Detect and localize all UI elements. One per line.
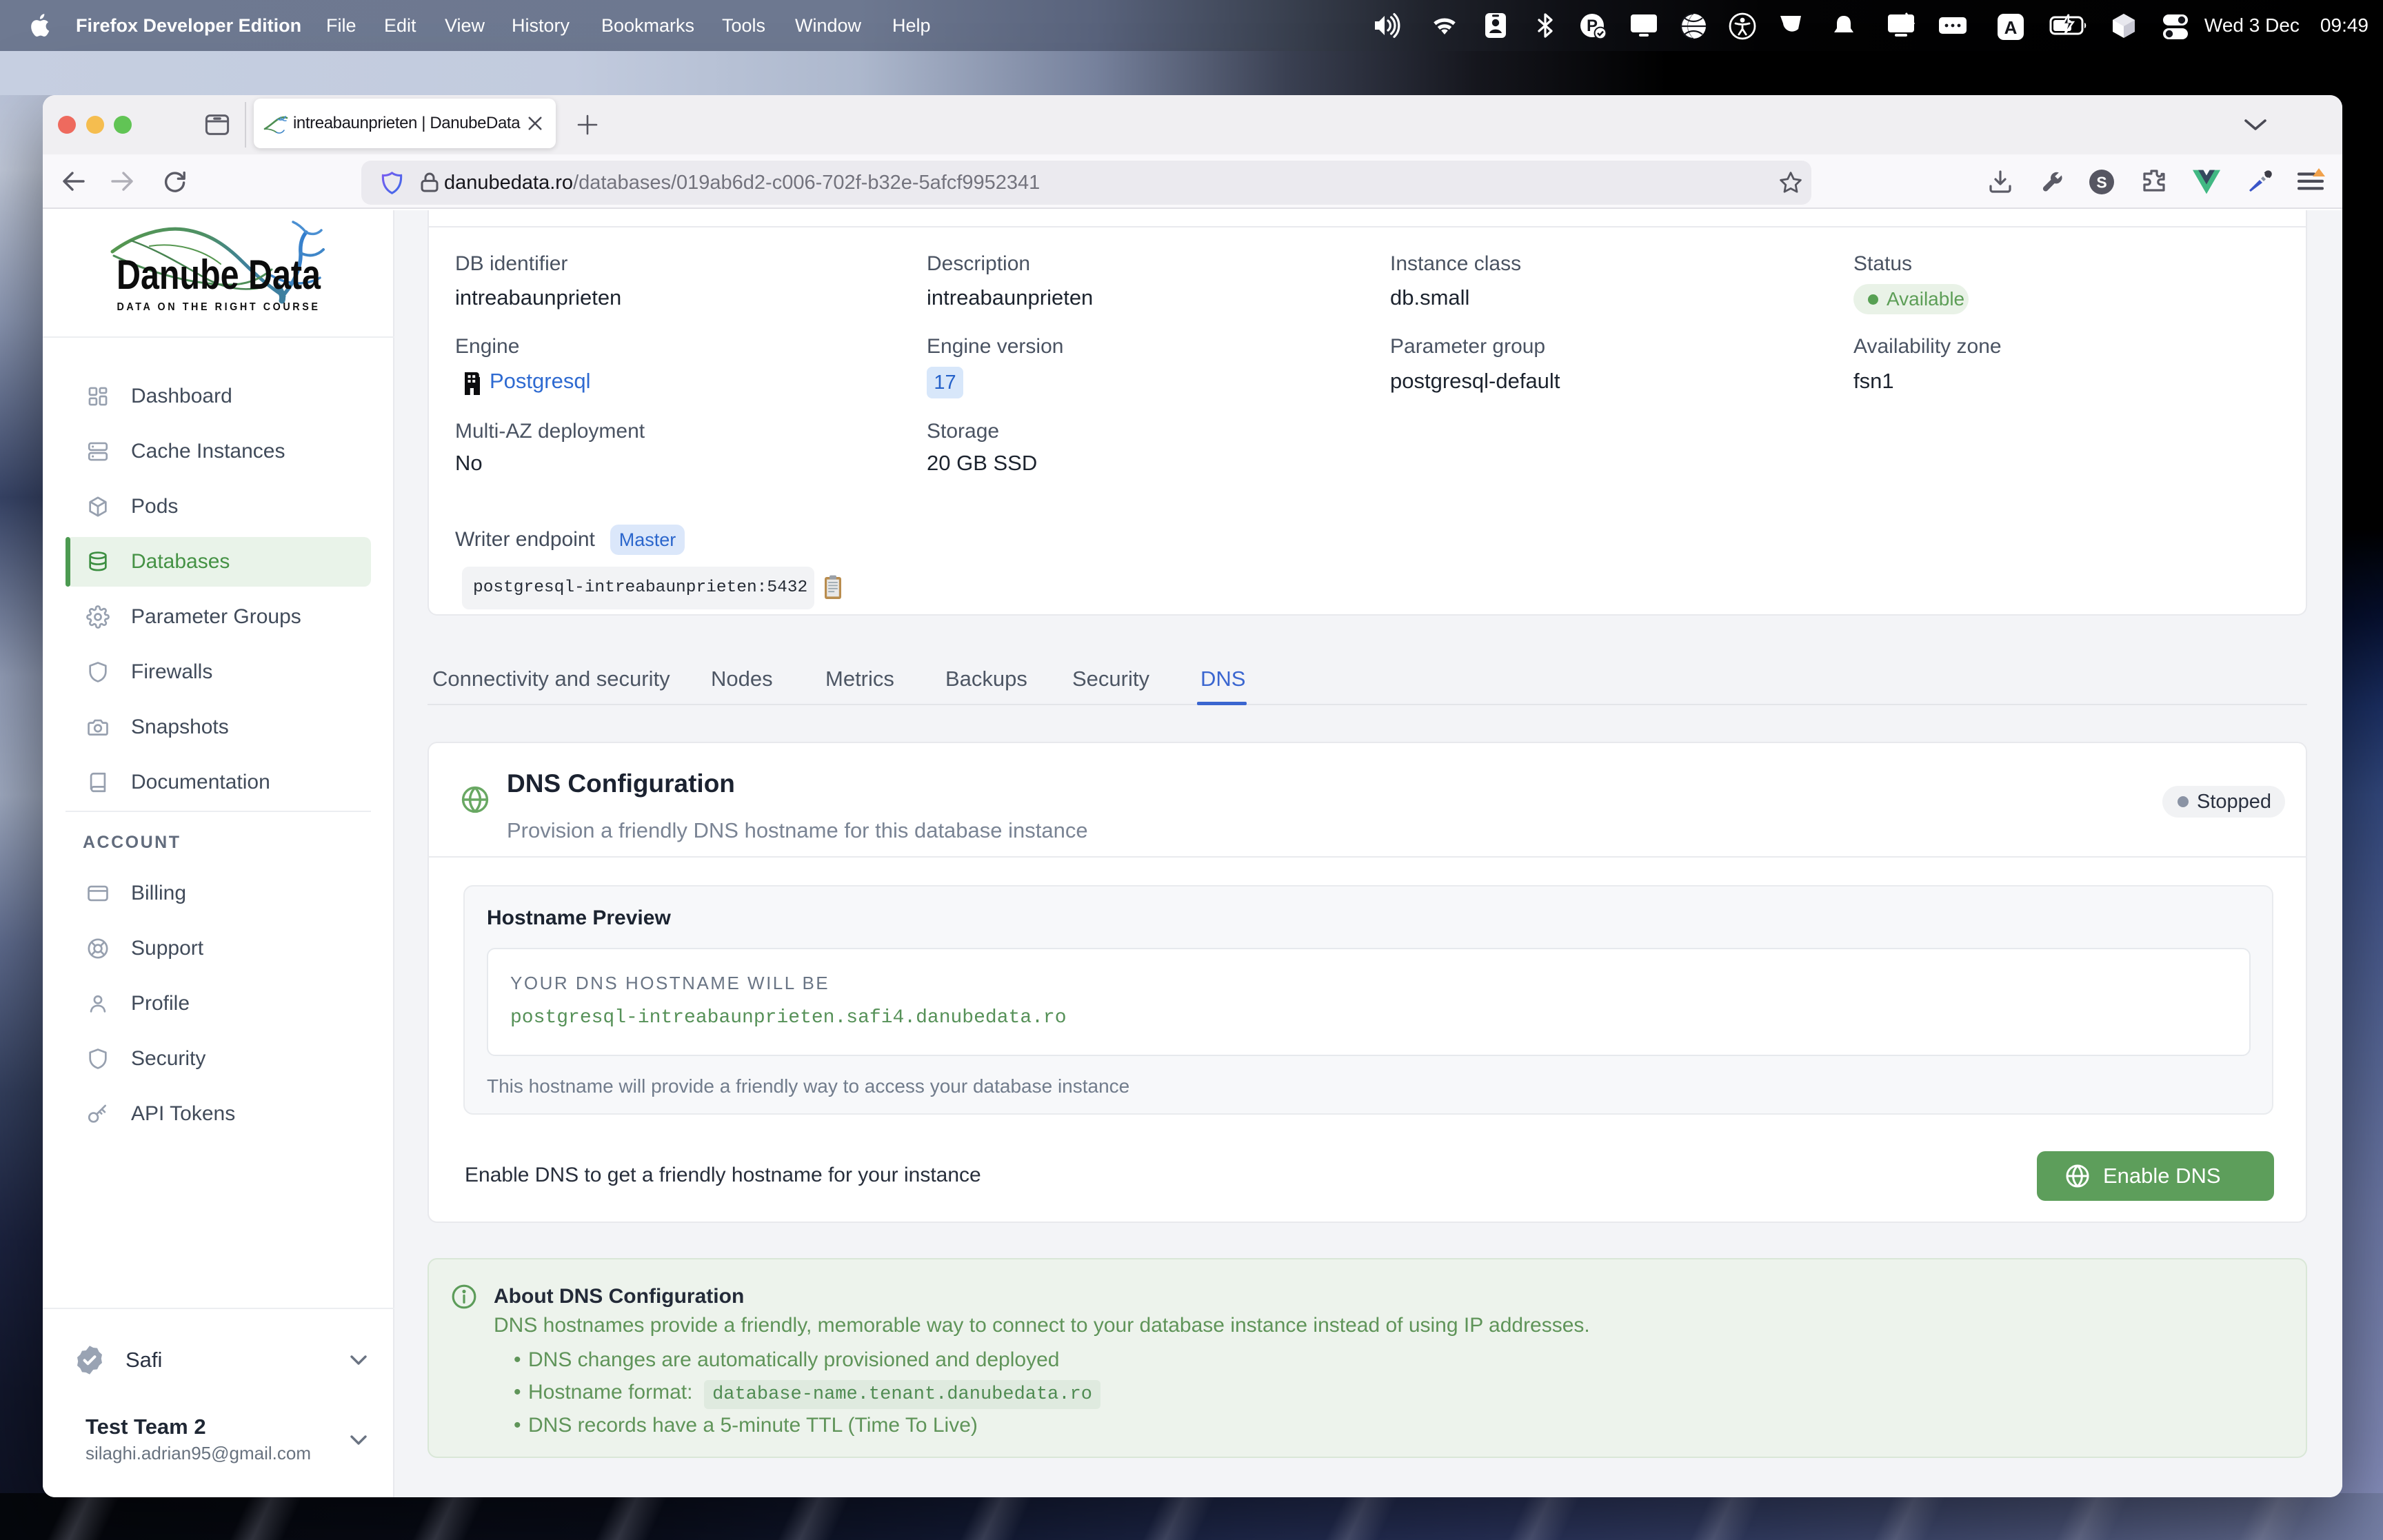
svg-text:Danube Data: Danube Data [117,252,321,298]
svg-text:S: S [2096,174,2107,192]
svg-text:A: A [2004,17,2018,38]
svg-text:DATA ON THE RIGHT COURSE: DATA ON THE RIGHT COURSE [117,301,321,313]
